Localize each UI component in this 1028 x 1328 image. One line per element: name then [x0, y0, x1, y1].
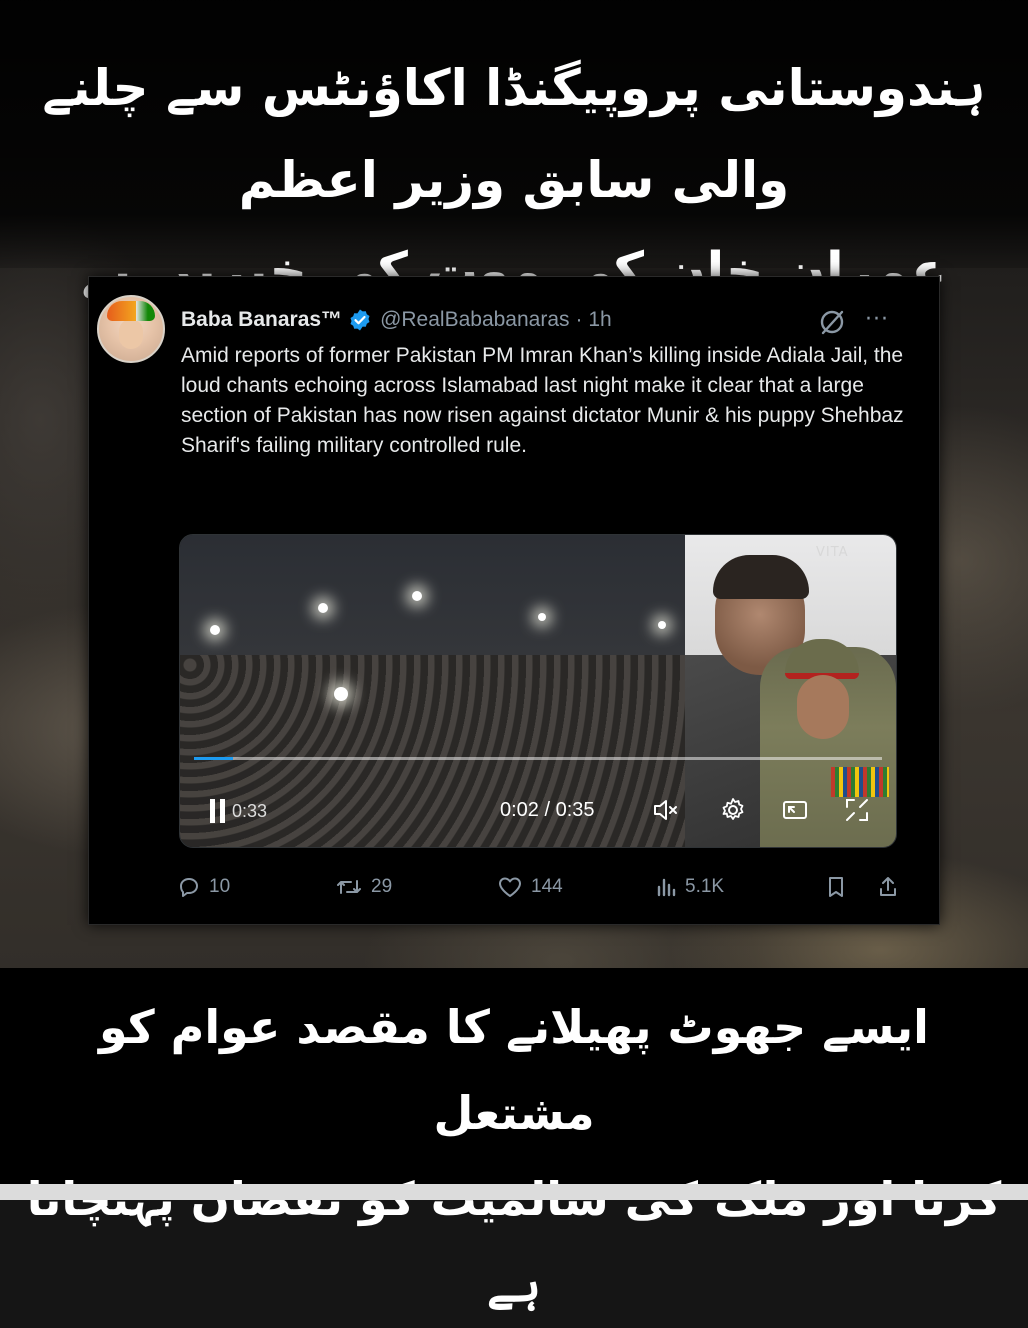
bottom-banner-text: ایسے جھوٹ پھیلانے کا مقصد عوام کو مشتعل …	[20, 984, 1008, 1328]
bookmark-button[interactable]	[825, 875, 855, 899]
video-controls: 0:33 0:02 / 0:35	[180, 779, 896, 839]
video-progress-fill	[194, 757, 234, 760]
stadium-light	[412, 591, 422, 601]
settings-icon[interactable]	[718, 795, 748, 825]
inset-photo-officer-face	[797, 675, 849, 739]
headline-line-1: ہندوستانی پروپیگنڈا اکاؤنٹس سے چلنے والی…	[42, 59, 986, 209]
avatar[interactable]	[97, 295, 165, 363]
reply-button[interactable]: 10	[177, 875, 230, 899]
avatar-turban	[107, 301, 155, 321]
handle[interactable]: @RealBababanaras	[380, 308, 569, 332]
video-frame-sky	[180, 535, 685, 655]
video-elapsed: 0:33	[232, 801, 268, 821]
video-timecode: 0:02 / 0:35	[500, 799, 595, 821]
grok-icon[interactable]	[817, 307, 847, 337]
mute-icon[interactable]	[650, 795, 680, 825]
views-button[interactable]: 5.1K	[655, 875, 724, 899]
bottom-banner: ایسے جھوٹ پھیلانے کا مقصد عوام کو مشتعل …	[0, 968, 1028, 1312]
avatar-face	[119, 319, 143, 349]
pip-icon[interactable]	[780, 795, 810, 825]
bookmark-icon	[829, 877, 843, 897]
like-count: 144	[531, 876, 563, 897]
stadium-light	[658, 621, 666, 629]
repost-icon	[337, 880, 361, 894]
video-watermark: VITA	[816, 545, 849, 560]
video-progress-bar[interactable]	[194, 757, 882, 760]
views-count: 5.1K	[685, 876, 725, 897]
reply-icon	[180, 878, 198, 897]
bottom-strip	[0, 1184, 1028, 1200]
bottom-banner-line-2: کرنا اور ملک کی سالمیت کو نقصان پہنچانا …	[27, 1172, 1001, 1312]
like-icon	[499, 877, 521, 897]
inset-photo-hair	[713, 555, 809, 599]
tweet-header: Baba Banaras™ @RealBababanaras · 1h	[181, 303, 612, 337]
display-name[interactable]: Baba Banaras™	[181, 308, 342, 332]
tweet-text: Amid reports of former Pakistan PM Imran…	[181, 344, 904, 457]
share-icon	[880, 877, 896, 896]
pause-icon[interactable]	[210, 799, 215, 823]
timestamp[interactable]: · 1h	[576, 308, 612, 332]
reply-count: 10	[209, 876, 231, 897]
tweet-card[interactable]: Baba Banaras™ @RealBababanaras · 1h ··· …	[88, 276, 940, 925]
tweet-actions: 10 29 144 5.1K	[177, 867, 907, 907]
bottom-banner-line-1: ایسے جھوٹ پھیلانے کا مقصد عوام کو مشتعل	[99, 1000, 929, 1140]
more-icon[interactable]: ···	[865, 309, 889, 331]
repost-count: 29	[371, 876, 393, 897]
stadium-light	[334, 687, 348, 701]
stadium-light	[318, 603, 328, 613]
share-button[interactable]	[877, 875, 907, 899]
views-icon	[657, 878, 676, 897]
video-player[interactable]: VITA 0:33 0:02 / 0:35	[179, 534, 897, 848]
fullscreen-icon[interactable]	[842, 795, 872, 825]
verified-badge-icon	[348, 308, 372, 332]
stadium-light	[538, 613, 546, 621]
like-button[interactable]: 144	[497, 875, 563, 899]
repost-button[interactable]: 29	[335, 875, 392, 899]
stadium-light	[210, 625, 220, 635]
